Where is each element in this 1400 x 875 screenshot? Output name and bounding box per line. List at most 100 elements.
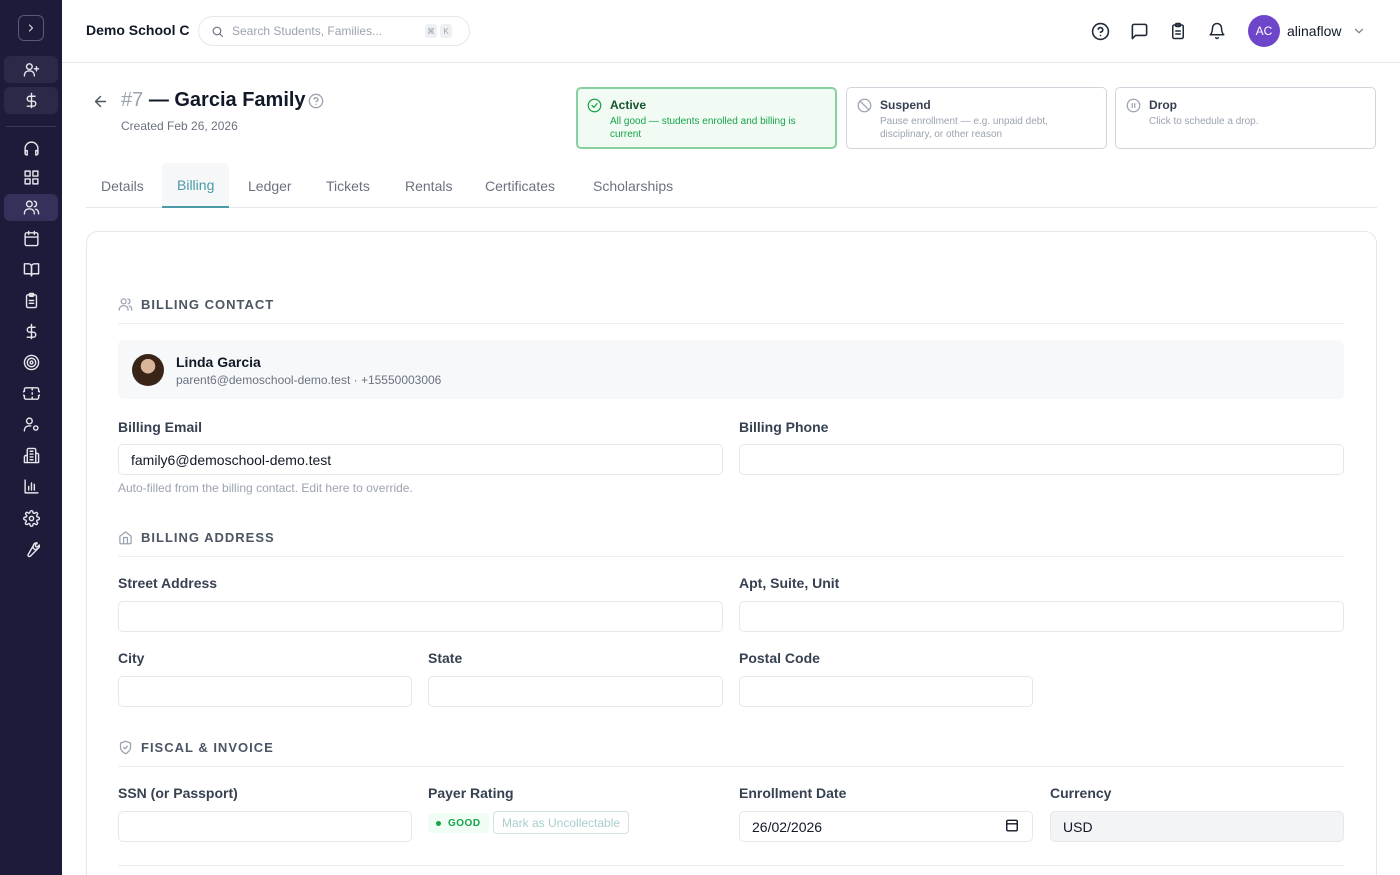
sidebar-item-courses[interactable] [4,256,58,283]
family-name: — Garcia Family [148,89,306,111]
book-icon [23,263,39,277]
wrench-icon [26,542,40,558]
sidebar-item-tickets[interactable] [4,380,58,407]
tab-ledger[interactable]: Ledger [233,163,307,208]
sidebar-item-families[interactable] [4,194,58,221]
fiscal-invoice-heading: FISCAL & INVOICE [118,740,274,755]
chevron-down-icon [1354,28,1364,34]
city-field[interactable] [118,676,412,707]
apt-suite-field[interactable] [739,601,1344,632]
billing-panel [86,231,1377,875]
date-picker-button[interactable] [1005,818,1019,832]
sidebar-item-finance[interactable] [4,318,58,345]
street-address-field[interactable] [118,601,723,632]
tab-scholarships[interactable]: Scholarships [578,163,688,208]
clipboard-icon [1172,22,1184,40]
mark-uncollectable-button[interactable]: Mark as Uncollectable [493,811,630,834]
section-title: BILLING CONTACT [141,297,275,312]
created-date: Created Feb 26, 2026 [121,119,238,133]
sidebar-item-support[interactable] [4,135,58,162]
sidebar-item-reports[interactable] [4,473,58,500]
user-plus-icon [23,63,39,77]
section-title: BILLING ADDRESS [141,530,275,545]
school-name[interactable]: Demo School C [86,22,189,38]
user-menu-toggle[interactable] [1352,24,1366,38]
sidebar-item-tasks[interactable] [4,287,58,314]
sidebar-item-goals[interactable] [4,349,58,376]
status-card-active[interactable]: Active All good — students enrolled and … [576,87,837,149]
message-square-icon [1131,23,1147,39]
payer-rating-label: Payer Rating [428,785,514,801]
sidebar-item-buildings[interactable] [4,442,58,469]
search-icon [212,26,223,37]
dollar-icon [26,92,36,109]
tab-tickets[interactable]: Tickets [311,163,385,208]
headphones-icon [23,141,39,156]
sidebar-item-settings[interactable] [4,505,58,532]
shortcut-key-k: K [440,24,452,38]
street-address-label: Street Address [118,575,218,591]
sidebar-item-add-user[interactable] [4,56,58,83]
tab-certificates[interactable]: Certificates [470,163,570,208]
status-dot [436,820,441,826]
sidebar-item-tools[interactable] [4,536,58,563]
help-button[interactable] [1090,21,1110,41]
state-field[interactable] [428,676,723,707]
dashboard-icon [23,170,39,185]
sidebar-item-payments[interactable] [4,87,58,114]
shield-check-icon [118,740,133,755]
building-icon [23,447,39,464]
tab-billing[interactable]: Billing [162,163,230,208]
search-input[interactable] [232,24,422,38]
tab-rentals[interactable]: Rentals [390,163,467,208]
global-search[interactable]: ⌘ K [198,16,470,46]
calendar-icon [23,230,39,247]
page-title: #7 — Garcia Family [121,89,306,112]
section-title: FISCAL & INVOICE [141,740,274,755]
sidebar-item-staff[interactable] [4,411,58,438]
pause-circle-icon [1126,98,1141,113]
users-icon [118,297,133,312]
arrow-left-icon [94,95,107,108]
apt-suite-label: Apt, Suite, Unit [739,575,840,591]
help-circle-icon [308,93,324,109]
billing-email-label: Billing Email [118,419,203,435]
status-card-title: Active [610,98,647,112]
tasks-button[interactable] [1168,21,1188,41]
sidebar-item-dashboard[interactable] [4,164,58,191]
tab-details[interactable]: Details [86,163,159,208]
postal-code-field[interactable] [739,676,1033,707]
top-bar: Demo School C ⌘ K AC alinaflow [62,0,1400,63]
currency-field: USD [1050,811,1344,842]
state-label: State [428,650,463,666]
status-card-description: Pause enrollment — e.g. unpaid debt, dis… [880,116,1048,140]
enrollment-date-field[interactable]: 26/02/2026 [739,811,1033,842]
user-avatar[interactable]: AC [1248,15,1280,47]
status-card-suspend[interactable]: Suspend Pause enrollment — e.g. unpaid d… [846,87,1107,149]
ssn-field[interactable] [118,811,412,842]
status-card-drop[interactable]: Drop Click to schedule a drop. [1115,87,1376,149]
settings-icon [22,510,40,527]
back-button[interactable] [92,93,109,110]
messages-button[interactable] [1129,21,1149,41]
billing-contact-card[interactable]: Linda Garcia parent6@demoschool-demo.tes… [118,340,1344,399]
section-divider [118,556,1344,557]
billing-phone-label: Billing Phone [739,419,829,435]
status-card-title: Drop [1149,98,1177,112]
home-icon [118,530,133,545]
dollar-icon [26,323,36,340]
billing-email-field[interactable]: family6@demoschool-demo.test [118,444,723,475]
sidebar-toggle-button[interactable] [18,15,44,41]
section-divider [118,865,1344,866]
page-help-button[interactable] [308,93,324,109]
notifications-button[interactable] [1207,21,1227,41]
bell-icon [1209,22,1225,40]
username[interactable]: alinaflow [1287,23,1341,39]
billing-address-heading: BILLING ADDRESS [118,530,275,545]
ticket-icon [22,387,40,400]
contact-info: parent6@demoschool-demo.test · +15550003… [176,373,442,387]
target-icon [23,354,39,371]
billing-contact-heading: BILLING CONTACT [118,297,274,312]
billing-phone-field[interactable] [739,444,1344,475]
sidebar-item-calendar[interactable] [4,225,58,252]
